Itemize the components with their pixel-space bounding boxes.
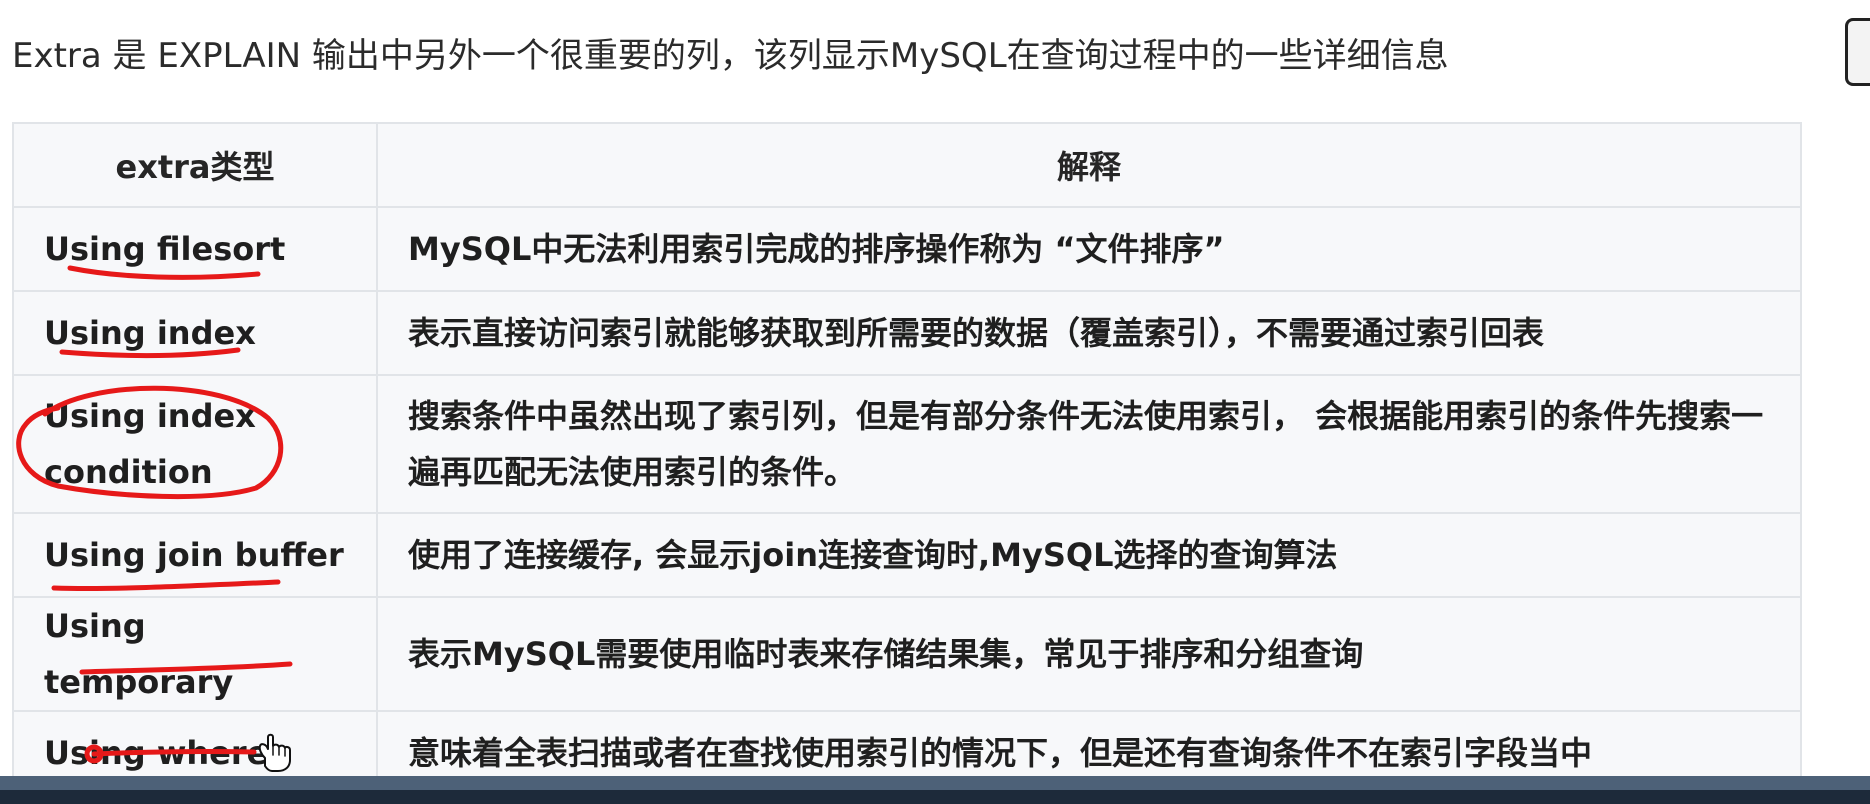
extra-type-cell: Using filesort (12, 206, 378, 292)
extra-type-cell: Using join buffer (12, 512, 378, 598)
extra-type-cell: Using index (12, 290, 378, 376)
header-extra-type: extra类型 (12, 122, 378, 208)
document-page: Extra 是 EXPLAIN 输出中另外一个很重要的列，该列显示MySQL在查… (0, 0, 1870, 804)
table-row: Using filesort MySQL中无法利用索引完成的排序操作称为 “文件… (12, 206, 1802, 292)
description-cell: 表示直接访问索引就能够获取到所需要的数据（覆盖索引），不需要通过索引回表 (376, 290, 1802, 376)
description-cell: MySQL中无法利用索引完成的排序操作称为 “文件排序” (376, 206, 1802, 292)
table-row: Using temporary 表示MySQL需要使用临时表来存储结果集，常见于… (12, 596, 1802, 712)
bottom-bar-highlight (0, 776, 1870, 790)
table-row: Using index 表示直接访问索引就能够获取到所需要的数据（覆盖索引），不… (12, 290, 1802, 376)
extra-types-table: extra类型 解释 Using filesort MySQL中无法利用索引完成… (12, 122, 1802, 796)
intro-text: Extra 是 EXPLAIN 输出中另外一个很重要的列，该列显示MySQL在查… (12, 36, 1449, 76)
description-cell: 搜索条件中虽然出现了索引列，但是有部分条件无法使用索引， 会根据能用索引的条件先… (376, 374, 1802, 514)
table-row: Using index condition 搜索条件中虽然出现了索引列，但是有部… (12, 374, 1802, 514)
description-cell: 表示MySQL需要使用临时表来存储结果集，常见于排序和分组查询 (376, 596, 1802, 712)
table-header-row: extra类型 解释 (12, 122, 1802, 208)
table-row: Using join buffer 使用了连接缓存, 会显示join连接查询时,… (12, 512, 1802, 598)
bottom-bar (0, 776, 1870, 804)
header-explanation: 解释 (376, 122, 1802, 208)
description-cell: 使用了连接缓存, 会显示join连接查询时,MySQL选择的查询算法 (376, 512, 1802, 598)
side-panel-tab[interactable] (1845, 18, 1870, 86)
extra-type-cell: Using temporary (12, 596, 378, 712)
extra-type-cell: Using index condition (12, 374, 378, 514)
